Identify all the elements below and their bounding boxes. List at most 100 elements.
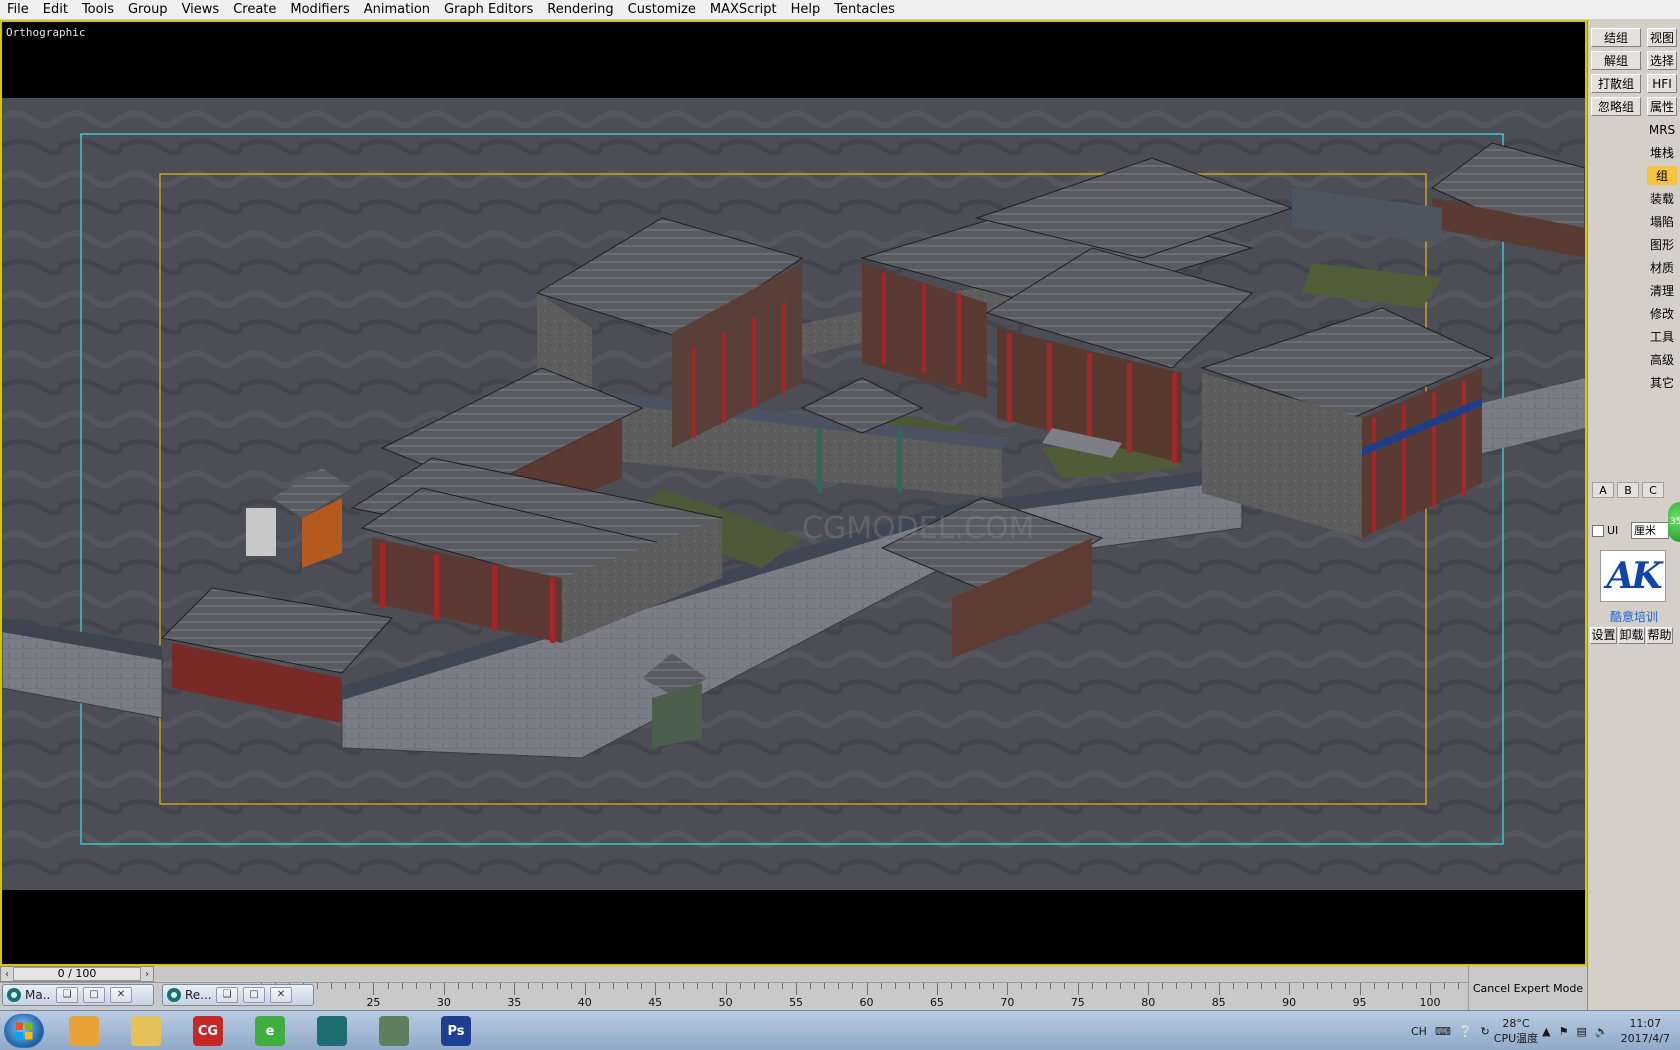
unit-field[interactable]: 厘米 bbox=[1631, 522, 1669, 539]
track-tick bbox=[627, 983, 628, 989]
menu-tools[interactable]: Tools bbox=[75, 1, 121, 19]
side-tab-button[interactable]: 修改 bbox=[1647, 304, 1677, 323]
keyboard-icon[interactable]: ⌨ bbox=[1435, 1025, 1451, 1038]
taskbar-app-1[interactable] bbox=[118, 1013, 174, 1049]
time-prev-icon[interactable]: ‹ bbox=[1, 969, 13, 980]
menu-create[interactable]: Create bbox=[226, 1, 283, 19]
menu-animation[interactable]: Animation bbox=[357, 1, 437, 19]
side-tab-button[interactable]: 装载 bbox=[1647, 189, 1677, 208]
track-tick bbox=[612, 983, 614, 989]
unload-button[interactable]: 卸载 bbox=[1618, 627, 1645, 644]
track-tick bbox=[908, 983, 910, 989]
taskbar-app-6[interactable]: Ps bbox=[428, 1013, 484, 1049]
close-button[interactable]: ✕ bbox=[110, 987, 132, 1003]
menu-views[interactable]: Views bbox=[175, 1, 227, 19]
menu-graph-editors[interactable]: Graph Editors bbox=[437, 1, 540, 19]
ui-checkbox[interactable] bbox=[1592, 524, 1604, 537]
track-tick bbox=[345, 983, 347, 989]
menu-group[interactable]: Group bbox=[121, 1, 175, 19]
group-command-button[interactable]: 结组 bbox=[1591, 28, 1641, 47]
maximize-button[interactable]: □ bbox=[83, 987, 105, 1003]
taskbar-app-3[interactable]: e bbox=[242, 1013, 298, 1049]
menu-help[interactable]: Help bbox=[784, 1, 828, 19]
track-tick bbox=[1190, 983, 1192, 989]
track-tick bbox=[1049, 983, 1051, 989]
viewport-label[interactable]: Orthographic bbox=[6, 26, 85, 39]
side-tab-button[interactable]: 属性 bbox=[1647, 97, 1677, 116]
panel-tab-c[interactable]: C bbox=[1642, 482, 1664, 498]
panel-tab-a[interactable]: A bbox=[1592, 482, 1614, 498]
minimized-window-2[interactable]: Re... ❏ □ ✕ bbox=[162, 984, 314, 1006]
status-knob[interactable]: 35 bbox=[1668, 502, 1680, 542]
track-tick bbox=[993, 983, 995, 989]
start-button[interactable] bbox=[4, 1014, 44, 1048]
track-tick bbox=[317, 983, 319, 989]
logo-caption-link[interactable]: 酷意培训 bbox=[1596, 608, 1672, 625]
side-tab-button[interactable]: 堆栈 bbox=[1647, 143, 1677, 162]
side-tab-button[interactable]: 清理 bbox=[1647, 281, 1677, 300]
track-tick bbox=[570, 983, 572, 989]
taskbar-app-4[interactable] bbox=[304, 1013, 360, 1049]
cpu-temperature[interactable]: 28°C CPU温度 bbox=[1494, 1016, 1538, 1046]
side-tab-button[interactable]: 图形 bbox=[1647, 235, 1677, 254]
track-tick bbox=[655, 983, 657, 995]
ui-toggle[interactable]: UI bbox=[1592, 524, 1618, 537]
track-tick bbox=[965, 983, 967, 989]
menu-edit[interactable]: Edit bbox=[36, 1, 75, 19]
taskbar-app-2[interactable]: CG bbox=[180, 1013, 236, 1049]
side-tab-button[interactable]: 其它 bbox=[1647, 373, 1677, 392]
track-tick bbox=[1415, 983, 1417, 989]
menu-modifiers[interactable]: Modifiers bbox=[283, 1, 356, 19]
time-slider[interactable]: ‹ 0 / 100 › bbox=[0, 966, 154, 982]
track-tick bbox=[725, 983, 727, 995]
track-tick bbox=[1105, 983, 1107, 989]
clock-time: 11:07 bbox=[1629, 1017, 1662, 1030]
close-button[interactable]: ✕ bbox=[270, 987, 292, 1003]
side-tab-button[interactable]: 塌陷 bbox=[1647, 212, 1677, 231]
volume-icon[interactable]: 🔊 bbox=[1595, 1025, 1609, 1038]
cancel-expert-mode-button[interactable]: Cancel Expert Mode bbox=[1468, 966, 1587, 1010]
minimized-window-1[interactable]: Ma... ❏ □ ✕ bbox=[2, 984, 154, 1006]
tray-expand-icon[interactable]: ▲ bbox=[1542, 1025, 1550, 1038]
menu-rendering[interactable]: Rendering bbox=[540, 1, 620, 19]
network-icon[interactable]: ▤ bbox=[1576, 1025, 1586, 1038]
viewport-scene[interactable]: CGMODEL.COM bbox=[2, 98, 1585, 890]
settings-button[interactable]: 设置 bbox=[1590, 627, 1617, 644]
menu-tentacles[interactable]: Tentacles bbox=[827, 1, 902, 19]
taskbar-app-0[interactable] bbox=[56, 1013, 112, 1049]
maximize-button[interactable]: □ bbox=[243, 987, 265, 1003]
sync-icon[interactable]: ↻ bbox=[1481, 1025, 1490, 1038]
viewport-orthographic[interactable]: Orthographic CGMODEL.COM bbox=[0, 20, 1587, 966]
taskbar-app-5[interactable] bbox=[366, 1013, 422, 1049]
side-tab-button[interactable]: 工具 bbox=[1647, 327, 1677, 346]
side-tab-button[interactable]: 组 bbox=[1647, 166, 1677, 185]
help-icon[interactable]: ❔ bbox=[1459, 1025, 1473, 1038]
track-tick-label: 80 bbox=[1141, 996, 1156, 1009]
time-slider-thumb[interactable]: 0 / 100 bbox=[13, 967, 141, 981]
group-command-button[interactable]: 解组 bbox=[1591, 51, 1641, 70]
time-next-icon[interactable]: › bbox=[141, 969, 153, 980]
side-tab-button[interactable]: 视图 bbox=[1647, 28, 1677, 47]
menu-maxscript[interactable]: MAXScript bbox=[703, 1, 784, 19]
clock[interactable]: 11:07 2017/4/7 bbox=[1621, 1016, 1670, 1046]
side-tab-button[interactable]: 高级 bbox=[1647, 350, 1677, 369]
track-tick bbox=[1317, 983, 1319, 989]
track-tick bbox=[542, 983, 544, 989]
side-tab-button[interactable]: HFI bbox=[1647, 74, 1677, 93]
restore-button[interactable]: ❏ bbox=[56, 987, 78, 1003]
track-tick bbox=[472, 983, 474, 989]
group-command-button[interactable]: 忽略组 bbox=[1591, 97, 1641, 116]
side-tab-button[interactable]: 选择 bbox=[1647, 51, 1677, 70]
side-tab-button[interactable]: MRS bbox=[1647, 120, 1677, 139]
language-indicator[interactable]: CH bbox=[1411, 1025, 1427, 1038]
menu-customize[interactable]: Customize bbox=[621, 1, 703, 19]
menu-file[interactable]: File bbox=[0, 1, 36, 19]
windows-taskbar: CH ⌨ ❔ ↻ 28°C CPU温度 ▲ ⚑ ▤ 🔊 11:07 2017/4… bbox=[0, 1010, 1680, 1050]
restore-button[interactable]: ❏ bbox=[216, 987, 238, 1003]
panel-tab-b[interactable]: B bbox=[1617, 482, 1639, 498]
flag-icon[interactable]: ⚑ bbox=[1559, 1025, 1569, 1038]
side-tab-button[interactable]: 材质 bbox=[1647, 258, 1677, 277]
help-button[interactable]: 帮助 bbox=[1646, 627, 1673, 644]
group-command-button[interactable]: 打散组 bbox=[1591, 74, 1641, 93]
minimized-window-title: Ma... bbox=[25, 988, 51, 1002]
